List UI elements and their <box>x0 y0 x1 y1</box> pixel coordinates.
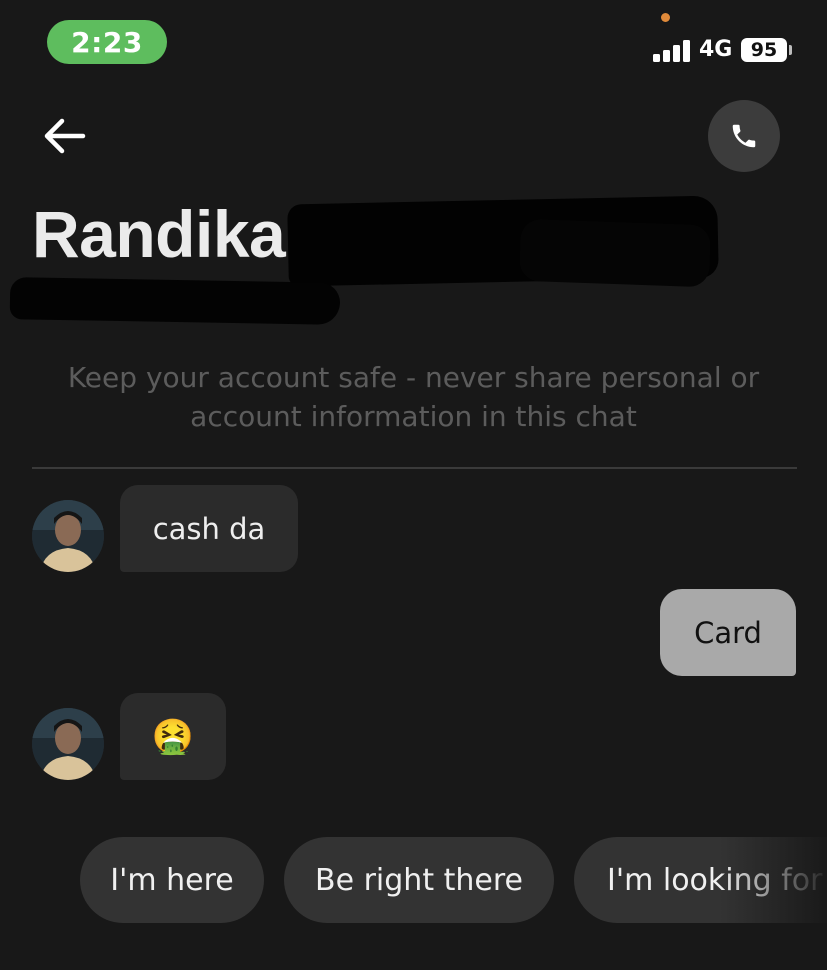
quick-reply-chip[interactable]: I'm here <box>80 837 264 923</box>
message-bubble-incoming: cash da <box>120 485 298 572</box>
phone-icon <box>732 124 756 148</box>
privacy-indicator-dot <box>661 13 670 22</box>
battery-level: 95 <box>750 39 778 61</box>
redaction-mark <box>518 218 712 288</box>
avatar-image <box>32 708 104 780</box>
chat-screen: 2:23 4G 95 Randika Keep your account saf… <box>0 0 827 970</box>
message-bubble-outgoing: Card <box>660 589 796 676</box>
call-button[interactable] <box>708 100 780 172</box>
avatar[interactable] <box>32 708 104 780</box>
avatar-image <box>32 500 104 572</box>
contact-name: Randika <box>32 197 286 271</box>
battery-icon: 95 <box>741 38 787 62</box>
back-button[interactable] <box>36 108 92 164</box>
message-bubble-incoming: 🤮 <box>120 693 226 780</box>
quick-reply-label: I'm here <box>110 862 234 898</box>
message-emoji: 🤮 <box>151 716 195 757</box>
arrow-left-icon <box>44 118 86 154</box>
battery-nub <box>789 45 792 55</box>
signal-bars-icon <box>653 38 691 62</box>
message-text: Card <box>694 615 762 650</box>
avatar[interactable] <box>32 500 104 572</box>
redaction-mark <box>9 277 341 325</box>
divider <box>32 467 797 469</box>
quick-reply-label: I'm looking for <box>607 862 823 898</box>
quick-reply-label: Be right there <box>315 862 523 898</box>
safety-notice: Keep your account safe - never share per… <box>67 361 760 433</box>
network-type: 4G <box>699 37 733 62</box>
quick-reply-chip[interactable]: I'm looking for <box>574 837 827 923</box>
status-time: 2:23 <box>47 20 167 64</box>
quick-reply-chip[interactable]: Be right there <box>284 837 554 923</box>
message-text: cash da <box>152 511 266 546</box>
